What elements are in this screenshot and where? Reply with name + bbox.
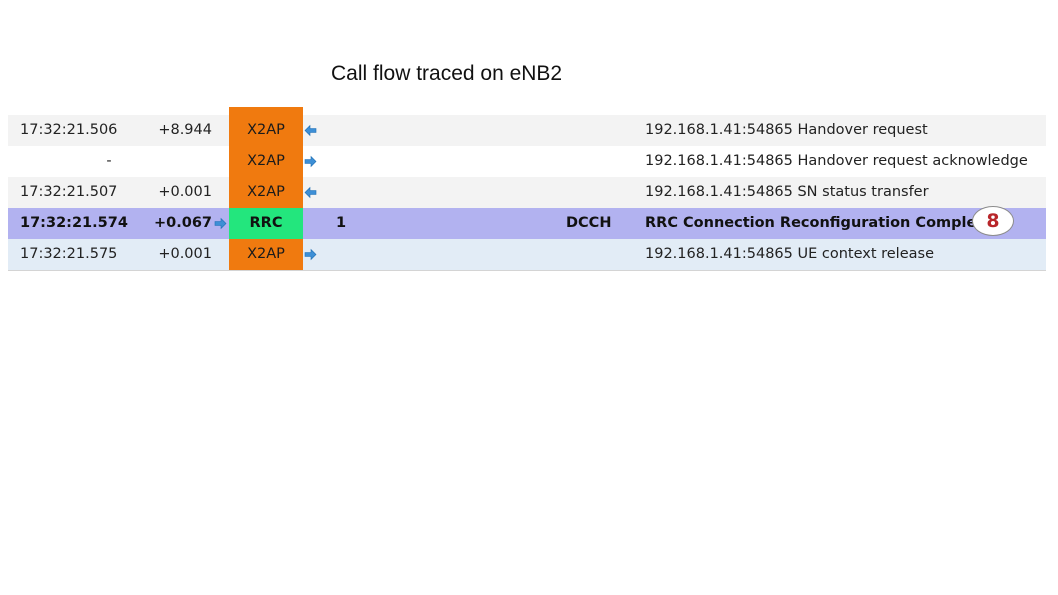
row-protocol: X2AP — [229, 177, 303, 208]
row-protocol: RRC — [229, 208, 303, 239]
arrow-right-icon — [214, 217, 227, 230]
row-delta: +0.001 — [158, 246, 212, 262]
row-time: 17:32:21.507 — [20, 184, 118, 200]
row-time: 17:32:21.506 — [20, 122, 118, 138]
arrow-right-icon — [304, 248, 317, 261]
row-delta: +0.067 — [153, 215, 212, 231]
row-protocol: X2AP — [229, 239, 303, 270]
table-row[interactable]: 17:32:21.575 +0.001 X2AP 192.168.1.41:54… — [8, 239, 1046, 271]
row-protocol: X2AP — [229, 146, 303, 177]
row-message: 192.168.1.41:54865 Handover request — [645, 122, 928, 138]
table-row[interactable]: - X2AP 192.168.1.41:54865 Handover reque… — [8, 146, 1046, 178]
row-time: - — [106, 153, 112, 169]
row-message: 192.168.1.41:54865 Handover request ackn… — [645, 153, 1028, 169]
table-row[interactable]: 17:32:21.507 +0.001 X2AP 192.168.1.41:54… — [8, 177, 1046, 209]
row-delta: +8.944 — [158, 122, 212, 138]
arrow-left-icon — [304, 124, 317, 137]
row-message: 192.168.1.41:54865 SN status transfer — [645, 184, 929, 200]
row-time: 17:32:21.575 — [20, 246, 118, 262]
protocol-column-strip — [229, 107, 303, 115]
row-delta: +0.001 — [158, 184, 212, 200]
row-time: 17:32:21.574 — [20, 215, 128, 231]
row-message: 192.168.1.41:54865 UE context release — [645, 246, 934, 262]
row-protocol: X2AP — [229, 115, 303, 146]
page-title: Call flow traced on eNB2 — [331, 62, 563, 85]
arrow-left-icon — [304, 186, 317, 199]
table-row-selected[interactable]: 17:32:21.574 +0.067 RRC 1 DCCH RRC Conne… — [8, 208, 1046, 240]
arrow-right-icon — [304, 155, 317, 168]
table-row[interactable]: 17:32:21.506 +8.944 X2AP 192.168.1.41:54… — [8, 115, 1046, 147]
row-ue-id: 1 — [336, 215, 347, 231]
step-number-badge: 8 — [972, 206, 1014, 236]
row-channel: DCCH — [566, 215, 612, 231]
